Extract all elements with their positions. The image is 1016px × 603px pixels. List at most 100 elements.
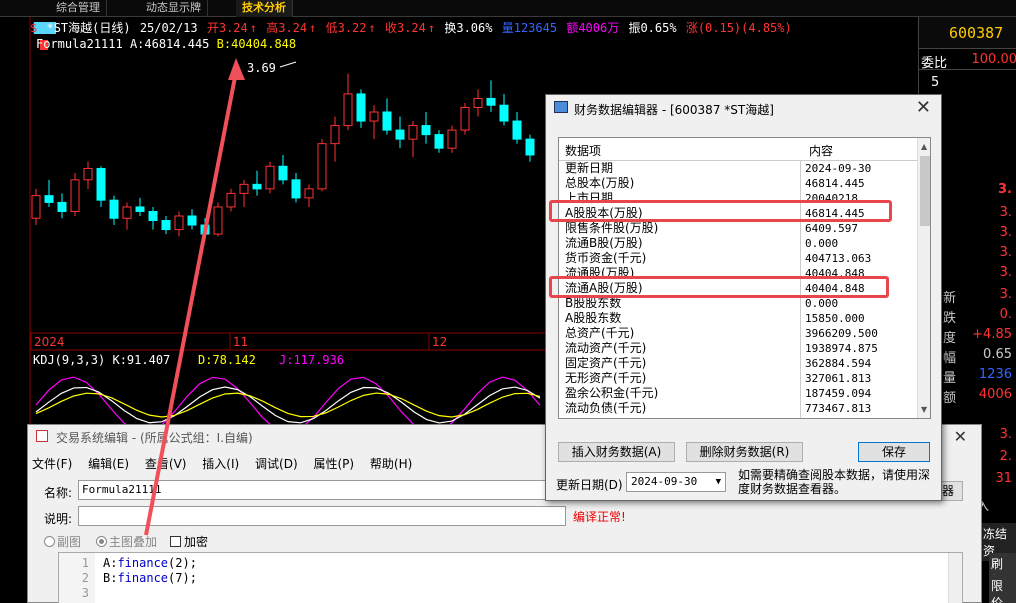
- quote-label-latest: 新: [943, 291, 957, 306]
- quote-label-amp: 幅: [943, 351, 957, 366]
- table-row[interactable]: 流动资产(千元) 1938974.875: [559, 341, 917, 356]
- menu-file[interactable]: 文件(F): [32, 457, 72, 471]
- weibi-label: 委比: [921, 56, 948, 71]
- radio-icon: [96, 536, 107, 547]
- code-args: (2);: [168, 556, 197, 570]
- code-text: A:finance(2); B:finance(7);: [103, 556, 197, 586]
- table-row[interactable]: A股股东数 15850.000: [559, 311, 917, 326]
- row-item: 更新日期: [565, 161, 614, 175]
- candle-body: [499, 104, 509, 122]
- name-label: 名称:: [44, 486, 73, 500]
- save-button[interactable]: 保存: [858, 442, 930, 462]
- scroll-down-icon[interactable]: ▼: [921, 405, 927, 414]
- delete-finance-data-button[interactable]: 删除财务数据(R): [686, 442, 803, 462]
- update-date-select[interactable]: 2024-09-30 ▼: [626, 472, 726, 492]
- row-item: 盈余公积金(千元): [565, 386, 659, 400]
- encrypt-checkbox[interactable]: 加密: [170, 533, 208, 550]
- candle-body: [213, 206, 223, 235]
- kdj-d-value: D:78.142: [198, 353, 256, 367]
- low-price: 低3.22: [325, 21, 367, 35]
- radio-main-overlay[interactable]: 主图叠加: [96, 533, 157, 550]
- formula-b: B:40404.848: [216, 37, 297, 51]
- candle-body: [83, 168, 93, 181]
- update-date-label: 更新日期(D): [556, 478, 623, 492]
- formula-a: A:46814.445: [129, 37, 210, 51]
- candle-body: [174, 215, 184, 231]
- row-item: 流通B股(万股): [565, 236, 643, 250]
- candle-body: [265, 165, 275, 190]
- table-row[interactable]: 流动负债(千元) 773467.813: [559, 401, 917, 416]
- row-value: 187459.094: [805, 387, 872, 400]
- encrypt-label: 加密: [184, 535, 209, 549]
- menu-help[interactable]: 帮助(H): [370, 457, 412, 471]
- menu-insert[interactable]: 插入(I): [202, 457, 239, 471]
- limit-price-button[interactable]: 限价: [989, 575, 1016, 603]
- candle-body: [512, 120, 522, 140]
- table-row[interactable]: 限售条件股(万股) 6409.597: [559, 221, 917, 236]
- insert-finance-data-button[interactable]: 插入财务数据(A): [558, 442, 675, 462]
- quote-label-drop: 跌: [943, 311, 957, 326]
- menu-view[interactable]: 查看(V): [145, 457, 187, 471]
- line-number: 2: [81, 571, 89, 585]
- quote-value: 3.: [999, 225, 1012, 240]
- menu-debug[interactable]: 调试(D): [255, 457, 298, 471]
- candle-body: [460, 106, 470, 131]
- scrollbar[interactable]: [948, 553, 962, 603]
- radio-main-label: 主图叠加: [109, 535, 158, 549]
- candle-body: [330, 125, 340, 145]
- row-value: 3966209.500: [805, 327, 878, 340]
- menu-edit[interactable]: 编辑(E): [88, 457, 129, 471]
- table-row[interactable]: 固定资产(千元) 362884.594: [559, 356, 917, 371]
- symbol-label: *ST海越(日线): [46, 21, 131, 35]
- candle-body: [291, 179, 301, 199]
- line-number: 1: [81, 556, 89, 570]
- candle-body: [57, 201, 67, 212]
- quote-amp: 0.65: [983, 347, 1012, 362]
- table-row[interactable]: 总股本(万股) 46814.445: [559, 176, 917, 191]
- volume: 量123645: [501, 21, 558, 35]
- quote-value: 2.: [999, 449, 1012, 464]
- table-header: 数据项 内容: [559, 138, 917, 161]
- dollar-icon[interactable]: $: [30, 21, 37, 35]
- name-field[interactable]: Formula21111: [78, 480, 558, 500]
- close-price: 收3.24: [384, 21, 426, 35]
- candle-body: [343, 93, 353, 127]
- radio-sub-chart[interactable]: 副图: [44, 533, 81, 550]
- scroll-up-icon[interactable]: ▲: [921, 142, 927, 151]
- kdj-title: KDJ(9,3,3) K:91.407: [33, 353, 170, 367]
- candle-body: [44, 195, 54, 203]
- code-func: finance: [117, 571, 169, 585]
- code-editor[interactable]: 1 2 3 A:finance(2); B:finance(7);: [58, 552, 963, 603]
- table-row[interactable]: 总资产(千元) 3966209.500: [559, 326, 917, 341]
- candle-body: [421, 125, 431, 136]
- vertical-scrollbar[interactable]: ▲ ▼: [917, 138, 930, 418]
- quote-drop: 0.: [999, 307, 1012, 322]
- table-row[interactable]: 无形资产(千元) 327061.813: [559, 371, 917, 386]
- hint-text: 如需要精确查阅股本数据，请使用深度财务数据查看器。: [738, 468, 931, 496]
- row-value: 362884.594: [805, 357, 872, 370]
- description-field[interactable]: [78, 506, 566, 526]
- close-icon[interactable]: ✕: [954, 427, 967, 446]
- kdj-k-line: [35, 386, 541, 424]
- app-window: 综合管理 动态显示牌 技术分析 2024 11 12 3.69 KDJ(9,3,3) K…: [0, 0, 1016, 603]
- formula-name: Formula21111: [36, 37, 123, 51]
- column-header-content[interactable]: 内容: [809, 142, 833, 159]
- column-header-item[interactable]: 数据项: [565, 142, 601, 159]
- close-icon[interactable]: ✕: [916, 97, 931, 118]
- row-value: 0.000: [805, 297, 839, 310]
- menu-properties[interactable]: 属性(P): [313, 457, 354, 471]
- table-row[interactable]: B股股东数 0.000: [559, 296, 917, 311]
- checkbox-icon: [170, 536, 181, 547]
- candle-body: [239, 183, 249, 194]
- candle-body: [486, 97, 496, 106]
- highlight-box-a-shares: [549, 200, 892, 222]
- candle-body: [356, 93, 366, 122]
- table-row[interactable]: 货币资金(千元) 404713.063: [559, 251, 917, 266]
- scroll-thumb[interactable]: [920, 156, 930, 226]
- table-row[interactable]: 流通B股(万股) 0.000: [559, 236, 917, 251]
- candle-body: [369, 111, 379, 122]
- turnover-rate: 换3.06%: [444, 21, 493, 35]
- code-line: A:finance(2);: [103, 556, 197, 571]
- table-row[interactable]: 盈余公积金(千元) 187459.094: [559, 386, 917, 401]
- table-row[interactable]: 更新日期 2024-09-30: [559, 161, 917, 176]
